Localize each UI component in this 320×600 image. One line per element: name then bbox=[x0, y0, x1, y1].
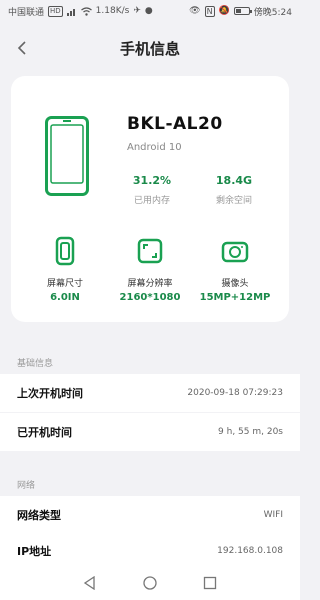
system-nav-bar bbox=[0, 566, 300, 600]
nav-recents-button[interactable] bbox=[201, 574, 219, 592]
info-row-uptime: 已开机时间 9 h, 55 m, 20s bbox=[0, 413, 300, 451]
eye-icon: 👁 bbox=[189, 6, 201, 16]
spec-value: 2160*1080 bbox=[119, 292, 181, 303]
screen-size-icon bbox=[55, 236, 75, 266]
spec-label: 摄像头 bbox=[221, 279, 249, 289]
storage-free-label: 剩余空间 bbox=[215, 196, 252, 206]
notification-icon: ✈ bbox=[133, 6, 141, 16]
nfc-icon: N bbox=[204, 5, 215, 17]
device-card: BKL-AL20 Android 10 31.2% 已用内存 18.4G 剩余空… bbox=[11, 76, 289, 322]
row-label: 网络类型 bbox=[17, 509, 61, 522]
hd-badge: HD bbox=[48, 5, 63, 17]
signal-icon bbox=[66, 8, 75, 16]
status-bar: 中国联通 HD 1.18K/s ✈ ● 👁 N 🔕 傍晚5:24 bbox=[0, 0, 300, 22]
row-label: IP地址 bbox=[17, 545, 52, 558]
memory-used-label: 已用内存 bbox=[133, 196, 170, 206]
carrier-label: 中国联通 bbox=[8, 7, 45, 18]
device-model: BKL-AL20 bbox=[127, 114, 223, 134]
square-recents-icon bbox=[203, 576, 217, 590]
device-os: Android 10 bbox=[127, 142, 182, 153]
row-label: 已开机时间 bbox=[17, 426, 72, 439]
resolution-icon bbox=[137, 238, 163, 264]
spec-value: 15MP+12MP bbox=[199, 292, 271, 303]
status-left: 中国联通 HD 1.18K/s ✈ ● bbox=[8, 5, 153, 18]
message-icon: ● bbox=[144, 6, 153, 16]
section-title-network: 网络 bbox=[17, 481, 36, 491]
info-row-network-type: 网络类型 WIFI bbox=[0, 496, 300, 534]
row-value: 2020-09-18 07:29:23 bbox=[187, 388, 283, 398]
chevron-left-icon bbox=[17, 41, 26, 55]
back-button[interactable] bbox=[10, 36, 34, 60]
row-value: WIFI bbox=[263, 510, 283, 520]
triangle-back-icon bbox=[83, 576, 95, 590]
spec-resolution: 屏幕分辨率 2160*1080 bbox=[105, 236, 195, 303]
info-row-ip: IP地址 192.168.0.108 bbox=[0, 532, 300, 570]
spec-label: 屏幕分辨率 bbox=[127, 279, 173, 289]
mute-icon: 🔕 bbox=[218, 6, 230, 16]
page-header: 手机信息 bbox=[0, 28, 300, 68]
status-right: 👁 N 🔕 傍晚5:24 bbox=[189, 5, 292, 18]
circle-home-icon bbox=[143, 576, 157, 590]
row-value: 9 h, 55 m, 20s bbox=[218, 427, 283, 437]
wifi-icon bbox=[80, 6, 92, 16]
nav-home-button[interactable] bbox=[141, 574, 159, 592]
section-title-basic: 基础信息 bbox=[17, 359, 54, 369]
info-row-last-boot: 上次开机时间 2020-09-18 07:29:23 bbox=[0, 374, 300, 412]
spec-screen-size: 屏幕尺寸 6.0IN bbox=[20, 236, 110, 303]
spec-value: 6.0IN bbox=[50, 292, 80, 303]
nav-back-button[interactable] bbox=[81, 574, 99, 592]
battery-icon bbox=[233, 7, 252, 15]
spec-camera: 摄像头 15MP+12MP bbox=[190, 236, 280, 303]
storage-free-stat: 18.4G 剩余空间 bbox=[199, 174, 269, 206]
page-title: 手机信息 bbox=[119, 39, 180, 58]
row-value: 192.168.0.108 bbox=[217, 546, 283, 556]
camera-icon bbox=[221, 241, 249, 263]
storage-free-value: 18.4G bbox=[215, 174, 253, 187]
net-speed-label: 1.18K/s bbox=[95, 6, 130, 16]
memory-used-value: 31.2% bbox=[132, 174, 172, 187]
spec-label: 屏幕尺寸 bbox=[46, 279, 83, 289]
phone-icon bbox=[45, 116, 89, 196]
memory-used-stat: 31.2% 已用内存 bbox=[117, 174, 187, 206]
clock-label: 傍晚5:24 bbox=[253, 7, 292, 18]
row-label: 上次开机时间 bbox=[17, 387, 83, 400]
